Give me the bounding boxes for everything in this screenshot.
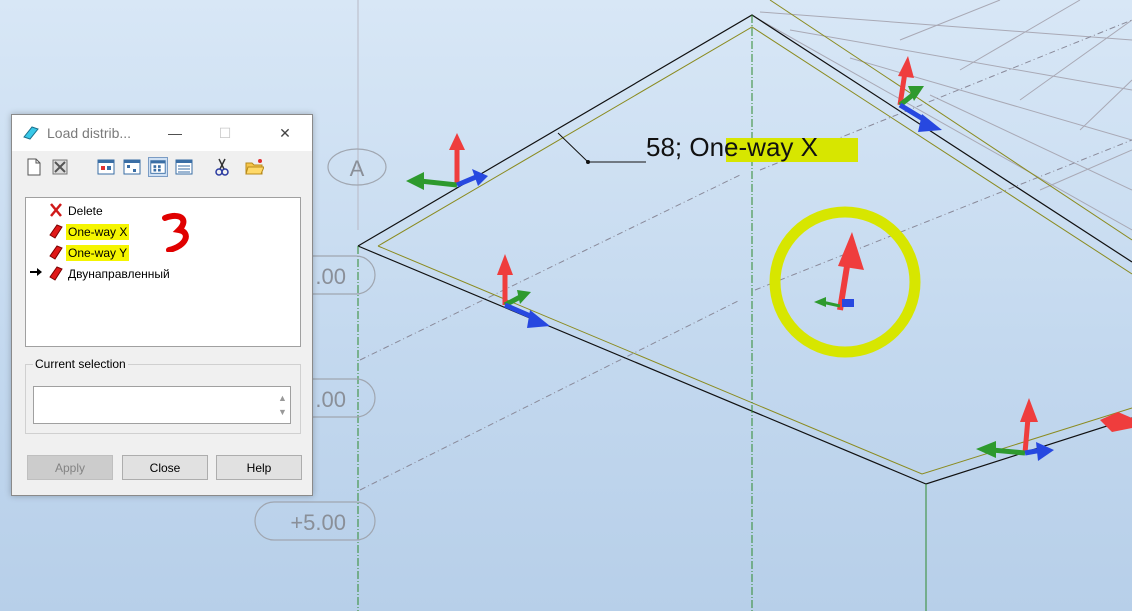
axis-triad (406, 133, 488, 190)
grid-lines (759, 0, 1132, 231)
red-bracket-annotation (162, 212, 189, 252)
load-annotation: 58; One-way X (557, 132, 858, 164)
folder-icon (245, 159, 265, 175)
load-distribution-app-icon (23, 126, 39, 140)
svg-text:58; One-way X: 58; One-way X (646, 132, 818, 162)
minimize-button[interactable]: — (152, 115, 198, 151)
field-scrollbar[interactable]: ▲ ▼ (278, 391, 287, 419)
axis-triad-partial (1100, 412, 1132, 432)
maximize-icon: ☐ (218, 124, 232, 141)
close-window-button[interactable]: ✕ (262, 115, 308, 151)
toolbar (20, 157, 300, 179)
view-2-icon (123, 159, 141, 175)
list-item-label: One-way Y (66, 245, 130, 261)
scissors-icon (215, 158, 229, 176)
load-icon (49, 224, 63, 239)
svg-text:+5.00: +5.00 (290, 510, 346, 535)
annotation-prefix: 58; (646, 132, 689, 162)
view-2-button[interactable] (122, 157, 142, 177)
view-4-button[interactable] (174, 157, 194, 177)
title-bar[interactable]: Load distrib... — ☐ ✕ (12, 115, 312, 151)
axis-triad (976, 398, 1054, 461)
help-button[interactable]: Help (216, 455, 302, 480)
annotation-highlight: One-way X (689, 132, 818, 162)
cut-button[interactable] (212, 157, 232, 177)
view-1-icon (97, 159, 115, 175)
axis-triad (897, 56, 942, 132)
delete-x-icon (50, 203, 62, 217)
axis-label: A (350, 156, 365, 181)
list-item-label: One-way X (66, 224, 130, 240)
new-icon (27, 158, 41, 176)
list-item-label: Delete (68, 204, 103, 218)
new-button[interactable] (24, 157, 44, 177)
maximize-button[interactable]: ☐ (202, 115, 248, 151)
minimize-icon: — (168, 125, 182, 141)
list-item-current[interactable]: Двунаправленный (26, 263, 296, 283)
apply-button[interactable]: Apply (27, 455, 113, 480)
view-3-button[interactable] (148, 157, 168, 177)
distribution-list[interactable]: Delete One-way X One-way Y Двунаправленн… (25, 197, 301, 347)
level-bubble-3: +5.00 (254, 501, 376, 541)
arrow-right-icon (30, 268, 42, 276)
view-4-icon (175, 159, 193, 175)
svg-text:.00: .00 (315, 264, 346, 289)
delete-icon (52, 159, 68, 175)
load-icon (49, 266, 63, 281)
close-button[interactable]: Close (122, 455, 208, 480)
svg-text:.00: .00 (315, 387, 346, 412)
slab-outline (357, 0, 1132, 485)
axis-bubble-a: A (327, 148, 387, 186)
view-3-icon (150, 160, 166, 174)
close-icon: ✕ (279, 124, 291, 141)
window-title: Load distrib... (47, 125, 132, 141)
delete-button[interactable] (50, 157, 70, 177)
list-item-label: Двунаправленный (68, 267, 170, 281)
load-distribution-dialog: Load distrib... — ☐ ✕ Delete One-way X O… (11, 114, 313, 496)
open-button[interactable] (244, 157, 265, 177)
load-icon (49, 245, 63, 260)
current-selection-field[interactable]: ▲ ▼ (33, 386, 291, 424)
axis-triad (497, 254, 550, 328)
view-1-button[interactable] (96, 157, 116, 177)
axis-triad-highlighted (814, 232, 864, 311)
dash-lines (359, 19, 1132, 491)
current-selection-label: Current selection (33, 357, 128, 371)
